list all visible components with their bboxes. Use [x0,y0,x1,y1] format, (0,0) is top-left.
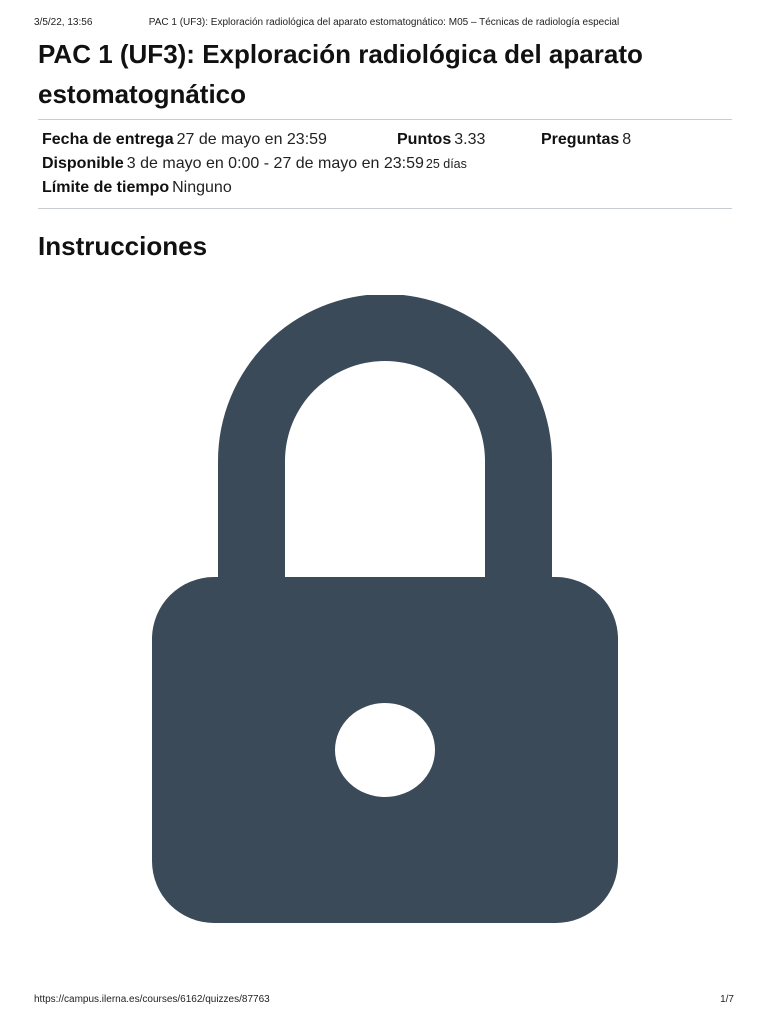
details-divider-bottom [38,208,732,209]
lock-icon [152,295,618,923]
page-number: 1/7 [720,994,734,1005]
due-date-value: 27 de mayo en 23:59 [176,131,327,148]
availability-label: Disponible [42,155,124,172]
print-url: https://campus.ilerna.es/courses/6162/qu… [34,994,270,1005]
details-divider-top [38,119,732,120]
due-date: Fecha de entrega 27 de mayo en 23:59 [42,130,327,150]
quiz-title: PAC 1 (UF3): Exploración radiológica del… [38,39,643,109]
points: Puntos 3.33 [397,130,485,150]
time-limit: Límite de tiempo Ninguno [42,178,232,198]
instructions-heading: Instrucciones [38,231,208,261]
print-header: 3/5/22, 13:56 PAC 1 (UF3): Exploración r… [34,17,734,31]
questions-label: Preguntas [541,131,620,148]
due-date-label: Fecha de entrega [42,131,174,148]
points-value: 3.33 [454,131,486,148]
availability: Disponible 3 de mayo en 0:00 - 27 de mayo… [42,154,467,174]
questions-value: 8 [622,131,632,148]
time-limit-value: Ninguno [172,179,232,196]
questions: Preguntas 8 [541,130,631,150]
availability-value: 3 de mayo en 0:00 - 27 de mayo en 23:59 [126,155,424,172]
points-label: Puntos [397,131,452,148]
time-limit-label: Límite de tiempo [42,179,170,196]
availability-days: 25 días [425,157,467,171]
print-document-title: PAC 1 (UF3): Exploración radiológica del… [148,17,620,28]
